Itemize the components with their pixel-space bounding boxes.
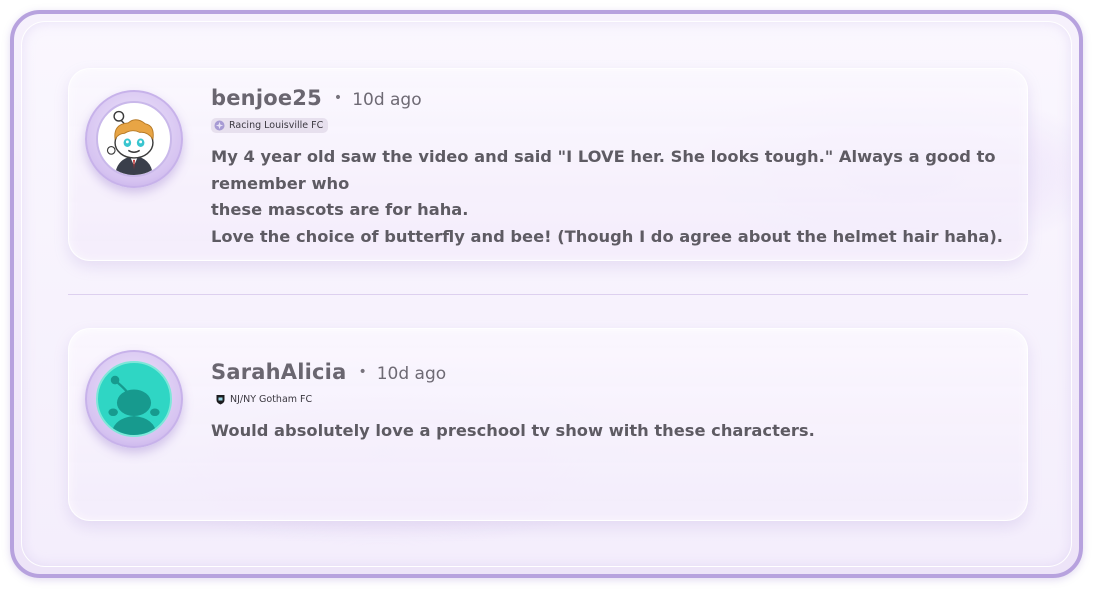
comment-divider [68, 294, 1028, 295]
separator-dot: • [358, 364, 367, 380]
comment-line: Would absolutely love a preschool tv sho… [211, 421, 815, 440]
avatar-ring [85, 350, 183, 448]
comment-header: SarahAlicia • 10d ago [211, 360, 1007, 384]
snoo-default-avatar-icon [108, 375, 160, 435]
comment-line: these mascots are for haha. [211, 200, 469, 219]
username-link[interactable]: SarahAlicia [211, 360, 346, 384]
comment-line: remember who [211, 173, 350, 193]
avatar[interactable] [96, 101, 172, 177]
flair-label: NJ/NY Gotham FC [230, 394, 313, 405]
comment-body: My 4 year old saw the video and said "I … [211, 144, 1007, 250]
avatar[interactable] [96, 361, 172, 437]
gotham-fc-crest-icon [215, 394, 226, 405]
separator-dot: • [333, 90, 343, 106]
comment-content: SarahAlicia • 10d ago NJ/NY Gotham FC Wo… [211, 360, 1007, 445]
comment-card: SarahAlicia • 10d ago NJ/NY Gotham FC Wo… [68, 328, 1028, 521]
comment-line: Love the choice of butterfly and bee! (T… [211, 226, 1003, 246]
comment-content: benjoe25 • 10d ago Racing Louisville FC … [211, 86, 1007, 250]
comment-header: benjoe25 • 10d ago [211, 86, 1007, 110]
flair-label: Racing Louisville FC [229, 120, 324, 131]
user-flair: Racing Louisville FC [211, 118, 329, 133]
comment-body: Would absolutely love a preschool tv sho… [211, 418, 1007, 445]
racing-louisville-crest-icon [214, 120, 225, 131]
user-flair: NJ/NY Gotham FC [211, 392, 317, 407]
avatar-ring [85, 90, 183, 188]
snoo-avatar-icon [106, 110, 154, 175]
timestamp[interactable]: 10d ago [377, 364, 446, 384]
timestamp[interactable]: 10d ago [352, 90, 421, 110]
comment-line: My 4 year old saw the video and said "I … [211, 147, 996, 166]
username-link[interactable]: benjoe25 [211, 86, 322, 110]
comment-card: benjoe25 • 10d ago Racing Louisville FC … [68, 68, 1028, 261]
